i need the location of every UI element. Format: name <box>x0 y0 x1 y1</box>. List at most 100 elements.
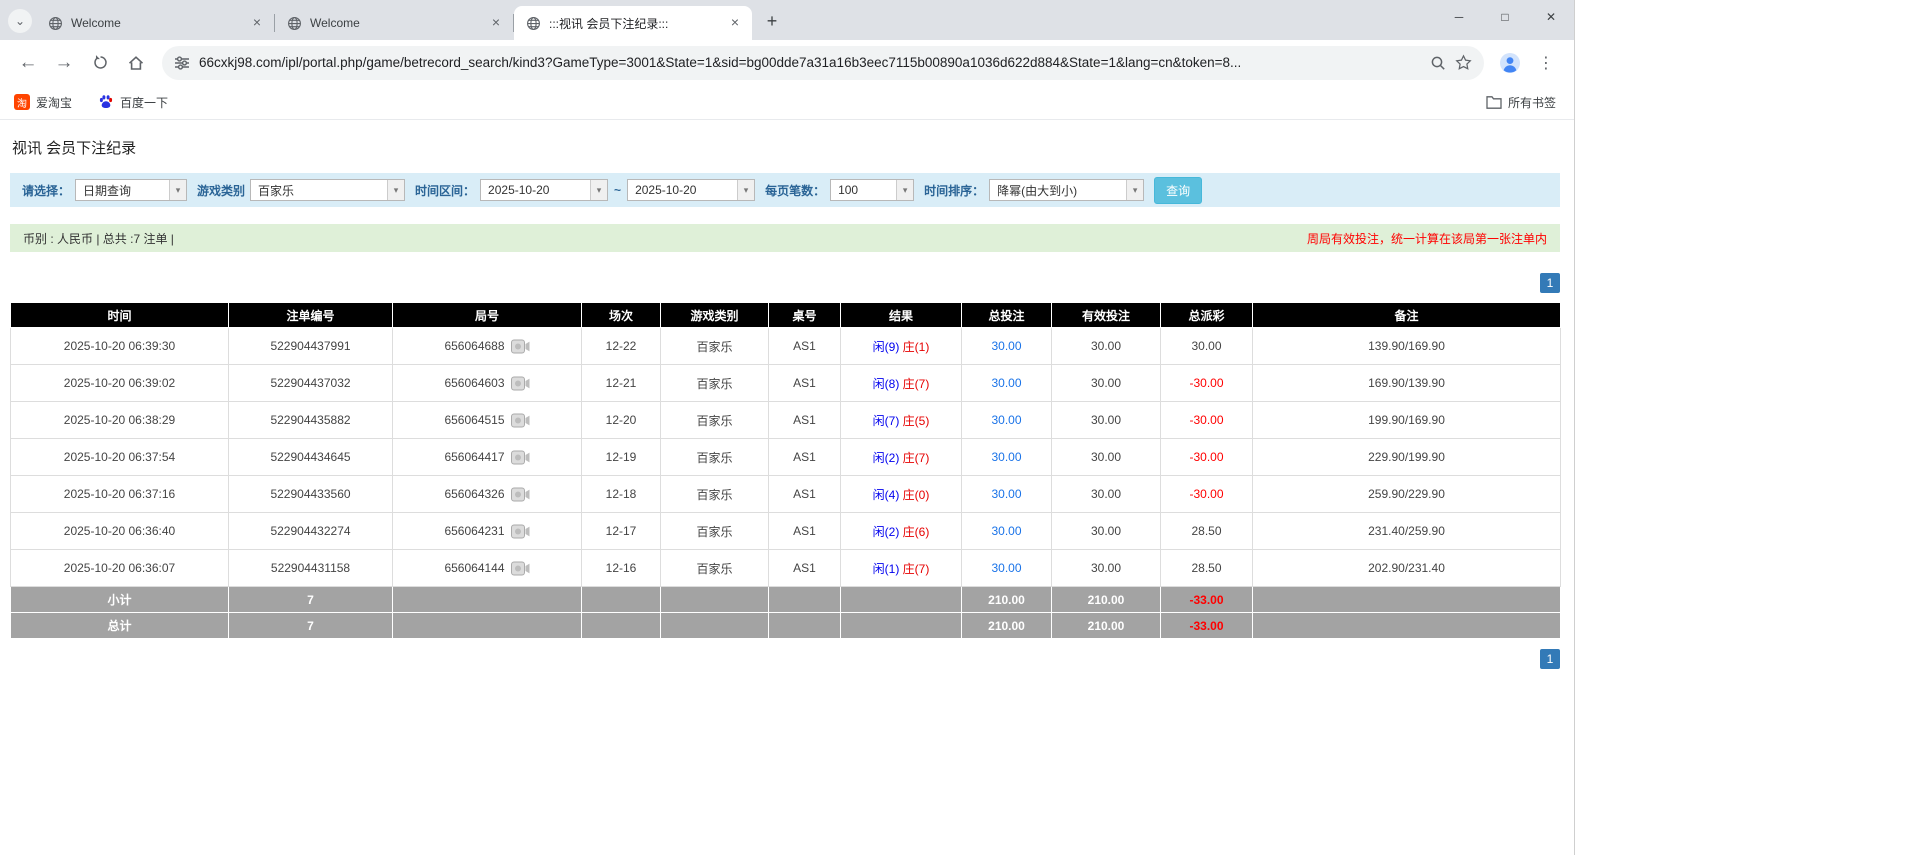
chevron-down-icon: ▾ <box>387 180 404 200</box>
browser-window: ⌄ Welcome × Welcome × :::视讯 会员下注纪录::: × … <box>0 0 1575 855</box>
total-bet-link[interactable]: 30.00 <box>991 376 1021 390</box>
cell-note: 139.90/169.90 <box>1253 328 1561 365</box>
close-window-button[interactable]: ✕ <box>1528 0 1574 34</box>
refresh-button[interactable] <box>83 46 117 80</box>
tab-welcome-1[interactable]: Welcome × <box>36 6 274 40</box>
site-settings-icon[interactable] <box>174 55 190 71</box>
summary-row: 小计7210.00210.00-33.00 <box>11 587 1561 613</box>
cell-result: 闲(2) 庄(7) <box>841 439 962 476</box>
column-header: 总投注 <box>962 303 1052 328</box>
video-icon[interactable] <box>511 339 530 354</box>
total-bet-link[interactable]: 30.00 <box>991 524 1021 538</box>
table-row: 2025-10-20 06:39:30522904437991656064688… <box>11 328 1561 365</box>
browser-menu-button[interactable]: ⋮ <box>1529 46 1563 80</box>
minimize-button[interactable]: ─ <box>1436 0 1482 34</box>
bookmark-star-icon[interactable] <box>1455 54 1472 71</box>
back-button[interactable]: ← <box>11 46 45 80</box>
tab-welcome-2[interactable]: Welcome × <box>275 6 513 40</box>
cell-payout: 28.50 <box>1161 550 1253 587</box>
all-bookmarks-label: 所有书签 <box>1508 94 1556 111</box>
maximize-button[interactable]: □ <box>1482 0 1528 34</box>
cell-round-id: 656064603 <box>393 365 582 402</box>
cell-time: 2025-10-20 06:39:02 <box>11 365 229 402</box>
cell-total-bet: 30.00 <box>962 439 1052 476</box>
close-icon[interactable]: × <box>248 14 266 32</box>
video-icon[interactable] <box>511 376 530 391</box>
chevron-down-icon: ▾ <box>1126 180 1143 200</box>
refresh-icon <box>92 54 109 71</box>
video-icon[interactable] <box>511 487 530 502</box>
page-number-button[interactable]: 1 <box>1540 273 1560 293</box>
folder-icon <box>1486 95 1502 109</box>
per-page-select[interactable]: 100 ▾ <box>830 179 914 201</box>
result-banker: 庄(0) <box>903 488 930 502</box>
date-to-select[interactable]: 2025-10-20 ▾ <box>627 179 755 201</box>
table-row: 2025-10-20 06:38:29522904435882656064515… <box>11 402 1561 439</box>
cell-result: 闲(1) 庄(7) <box>841 550 962 587</box>
home-button[interactable] <box>119 46 153 80</box>
cell-result: 闲(4) 庄(0) <box>841 476 962 513</box>
close-icon[interactable]: × <box>487 14 505 32</box>
sort-select[interactable]: 降幂(由大到小) ▾ <box>989 179 1144 201</box>
cell-table-no: AS1 <box>769 365 841 402</box>
result-banker: 庄(6) <box>903 525 930 539</box>
column-header: 游戏类别 <box>661 303 769 328</box>
kebab-menu-icon: ⋮ <box>1538 53 1554 73</box>
summary-bar: 币别 : 人民币 | 总共 :7 注单 | 周局有效投注，统一计算在该局第一张注… <box>10 224 1560 252</box>
total-bet-link[interactable]: 30.00 <box>991 450 1021 464</box>
address-bar[interactable]: 66cxkj98.com/ipl/portal.php/game/betreco… <box>162 46 1484 80</box>
bookmark-baidu[interactable]: 百度一下 <box>98 94 168 111</box>
payout-value: -30.00 <box>1189 376 1223 390</box>
forward-icon: → <box>55 53 74 72</box>
summary-count: 7 <box>229 587 393 613</box>
column-header: 备注 <box>1253 303 1561 328</box>
cell-bet-id: 522904434645 <box>229 439 393 476</box>
video-icon[interactable] <box>511 524 530 539</box>
all-bookmarks-button[interactable]: 所有书签 <box>1486 94 1556 111</box>
tab-bet-records[interactable]: :::视讯 会员下注纪录::: × <box>514 6 752 40</box>
date-range-label: 时间区间： <box>415 182 475 199</box>
query-type-select[interactable]: 日期查询 ▾ <box>75 179 187 201</box>
table-row: 2025-10-20 06:39:02522904437032656064603… <box>11 365 1561 402</box>
cell-round-id: 656064231 <box>393 513 582 550</box>
close-icon[interactable]: × <box>726 14 744 32</box>
video-icon[interactable] <box>511 450 530 465</box>
tab-search-icon[interactable]: ⌄ <box>8 9 32 33</box>
result-banker: 庄(7) <box>903 562 930 576</box>
pagination-top: 1 <box>10 273 1560 293</box>
result-banker: 庄(1) <box>903 340 930 354</box>
total-bet-link[interactable]: 30.00 <box>991 339 1021 353</box>
cell-time: 2025-10-20 06:36:40 <box>11 513 229 550</box>
url-text[interactable]: 66cxkj98.com/ipl/portal.php/game/betreco… <box>199 55 1421 70</box>
forward-button[interactable]: → <box>47 46 81 80</box>
cell-game-type: 百家乐 <box>661 550 769 587</box>
bookmark-taobao[interactable]: 淘 爱淘宝 <box>14 94 72 111</box>
date-from-select[interactable]: 2025-10-20 ▾ <box>480 179 608 201</box>
page-number-button[interactable]: 1 <box>1540 649 1560 669</box>
tab-strip: ⌄ Welcome × Welcome × :::视讯 会员下注纪录::: × … <box>0 0 1574 40</box>
game-type-select[interactable]: 百家乐 ▾ <box>250 179 405 201</box>
cell-total-bet: 30.00 <box>962 365 1052 402</box>
payout-value: -30.00 <box>1189 413 1223 427</box>
summary-valid-bet: 210.00 <box>1052 613 1161 639</box>
tab-title: Welcome <box>71 16 240 30</box>
profile-avatar[interactable] <box>1493 46 1527 80</box>
total-bet-link[interactable]: 30.00 <box>991 561 1021 575</box>
column-header: 桌号 <box>769 303 841 328</box>
query-button[interactable]: 查询 <box>1154 177 1202 204</box>
cell-payout: -30.00 <box>1161 365 1253 402</box>
globe-icon <box>48 16 63 31</box>
summary-total-bet: 210.00 <box>962 587 1052 613</box>
total-bet-link[interactable]: 30.00 <box>991 487 1021 501</box>
new-tab-button[interactable]: + <box>758 7 786 35</box>
globe-icon <box>526 16 541 31</box>
zoom-icon[interactable] <box>1430 55 1446 71</box>
cell-time: 2025-10-20 06:37:54 <box>11 439 229 476</box>
cell-session: 12-19 <box>582 439 661 476</box>
total-bet-link[interactable]: 30.00 <box>991 413 1021 427</box>
cell-valid-bet: 30.00 <box>1052 476 1161 513</box>
video-icon[interactable] <box>511 413 530 428</box>
cell-bet-id: 522904432274 <box>229 513 393 550</box>
cell-note: 199.90/169.90 <box>1253 402 1561 439</box>
video-icon[interactable] <box>511 561 530 576</box>
